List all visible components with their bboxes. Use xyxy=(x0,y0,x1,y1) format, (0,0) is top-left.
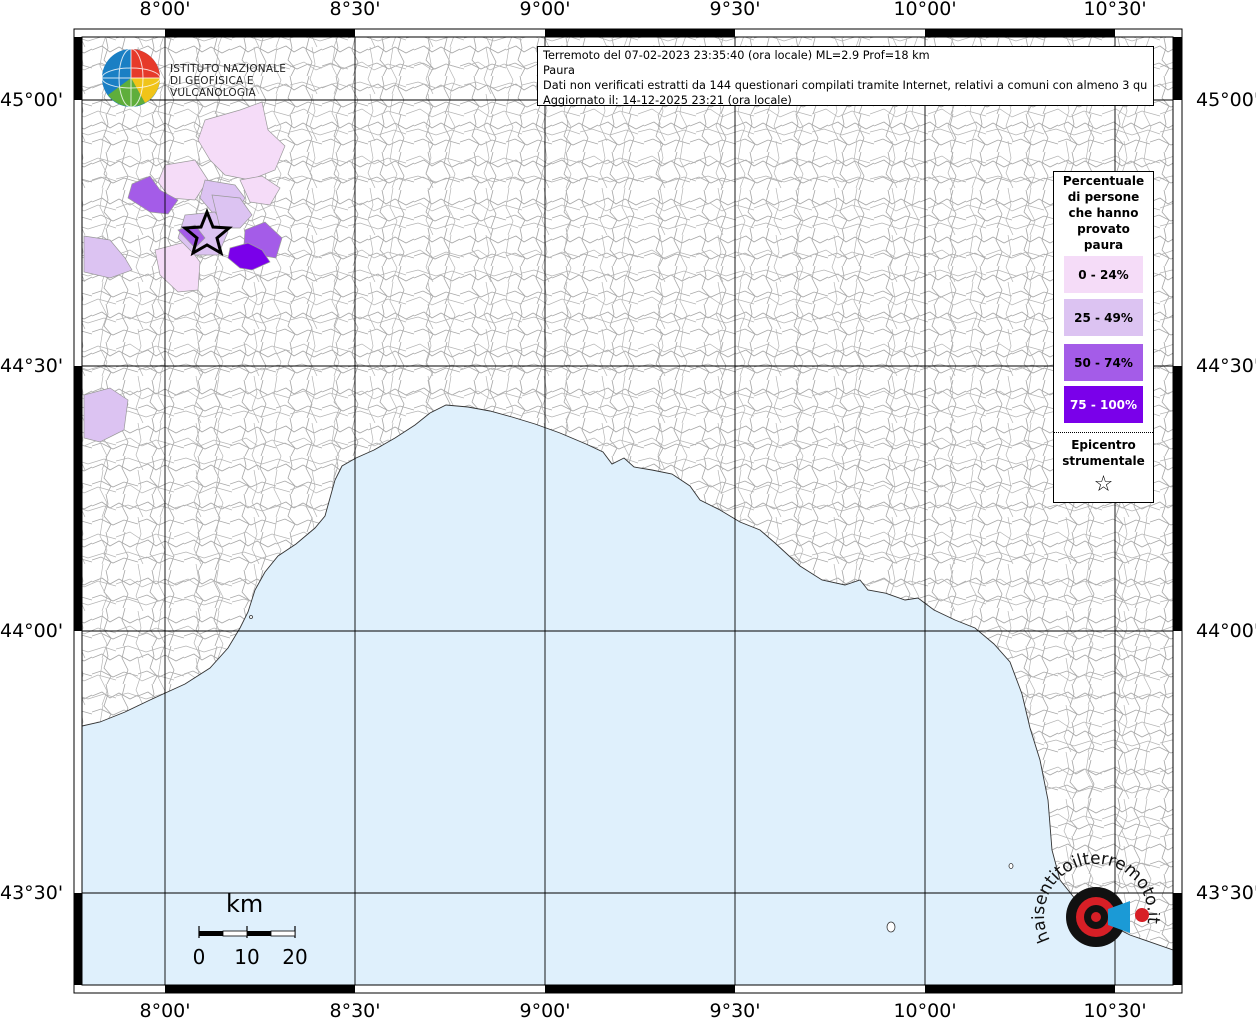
island-gorgona xyxy=(886,921,896,933)
event-info-box: Terremoto del 07-02-2023 23:35:40 (ora l… xyxy=(537,46,1154,107)
lon-label-bottom: 9°30' xyxy=(709,1000,761,1022)
haisentito-logo: haisentitoilterremoto.it xyxy=(1029,845,1163,975)
lat-label-right: 45°00' xyxy=(1196,89,1256,111)
lat-label-right: 44°30' xyxy=(1196,355,1256,377)
lon-label-top: 8°00' xyxy=(139,0,191,20)
island-small xyxy=(1008,863,1014,869)
lon-label-bottom: 10°00' xyxy=(893,1000,957,1022)
lon-label-bottom: 9°00' xyxy=(519,1000,571,1022)
lon-label-bottom: 8°00' xyxy=(139,1000,191,1022)
lon-label-top: 9°00' xyxy=(519,0,571,20)
scale-tick: 20 xyxy=(282,945,308,969)
legend-divider xyxy=(1054,432,1153,433)
lon-label-top: 10°00' xyxy=(893,0,957,20)
ingv-logo: ISTITUTO NAZIONALE DI GEOFISICA E VULCAN… xyxy=(100,47,340,109)
legend-item-25-49: 25 - 49% xyxy=(1064,299,1143,336)
seismic-target-icon xyxy=(1066,887,1149,947)
lon-label-top: 9°30' xyxy=(709,0,761,20)
lat-label-right: 43°30' xyxy=(1196,882,1256,904)
scale-bar: km 0 10 20 xyxy=(190,890,320,980)
lon-label-top: 10°30' xyxy=(1083,0,1147,20)
event-title: Terremoto del 07-02-2023 23:35:40 (ora l… xyxy=(543,49,930,62)
legend-label: 25 - 49% xyxy=(1074,310,1133,325)
legend-label: 0 - 24% xyxy=(1078,267,1129,282)
event-data-note: Dati non verificati estratti da 144 ques… xyxy=(543,79,1148,92)
scale-tick: 0 xyxy=(192,945,206,969)
legend-item-50-74: 50 - 74% xyxy=(1064,344,1143,381)
event-parameter: Paura xyxy=(543,64,575,77)
legend-title: Percentuale di persone che hanno provato… xyxy=(1062,174,1145,252)
scale-unit: km xyxy=(226,890,264,918)
star-outline-icon: ☆ xyxy=(1093,472,1114,497)
logo-line1: ISTITUTO NAZIONALE xyxy=(170,63,287,75)
lon-label-bottom: 10°30' xyxy=(1083,1000,1147,1022)
lat-label-left: 44°00' xyxy=(0,620,64,642)
legend-item-75-100: 75 - 100% xyxy=(1064,386,1143,423)
lon-label-bottom: 8°30' xyxy=(329,1000,381,1022)
legend-epicenter-label: Epicentro strumentale xyxy=(1062,438,1145,468)
event-updated: Aggiornato il: 14-12-2025 23:21 (ora loc… xyxy=(543,94,792,107)
legend-label: 75 - 100% xyxy=(1069,397,1138,412)
legend-label: 50 - 74% xyxy=(1074,355,1133,370)
lat-label-left: 44°30' xyxy=(0,355,64,377)
lon-label-top: 8°30' xyxy=(329,0,381,20)
lat-label-right: 44°00' xyxy=(1196,620,1256,642)
legend-item-0-24: 0 - 24% xyxy=(1064,256,1143,293)
lat-label-left: 43°30' xyxy=(0,882,64,904)
legend: Percentuale di persone che hanno provato… xyxy=(1053,171,1154,503)
scale-tick: 10 xyxy=(234,945,260,969)
globe-icon xyxy=(101,48,161,108)
logo-line2: DI GEOFISICA E VULCANOLOGIA xyxy=(170,75,256,99)
lat-label-left: 45°00' xyxy=(0,89,64,111)
